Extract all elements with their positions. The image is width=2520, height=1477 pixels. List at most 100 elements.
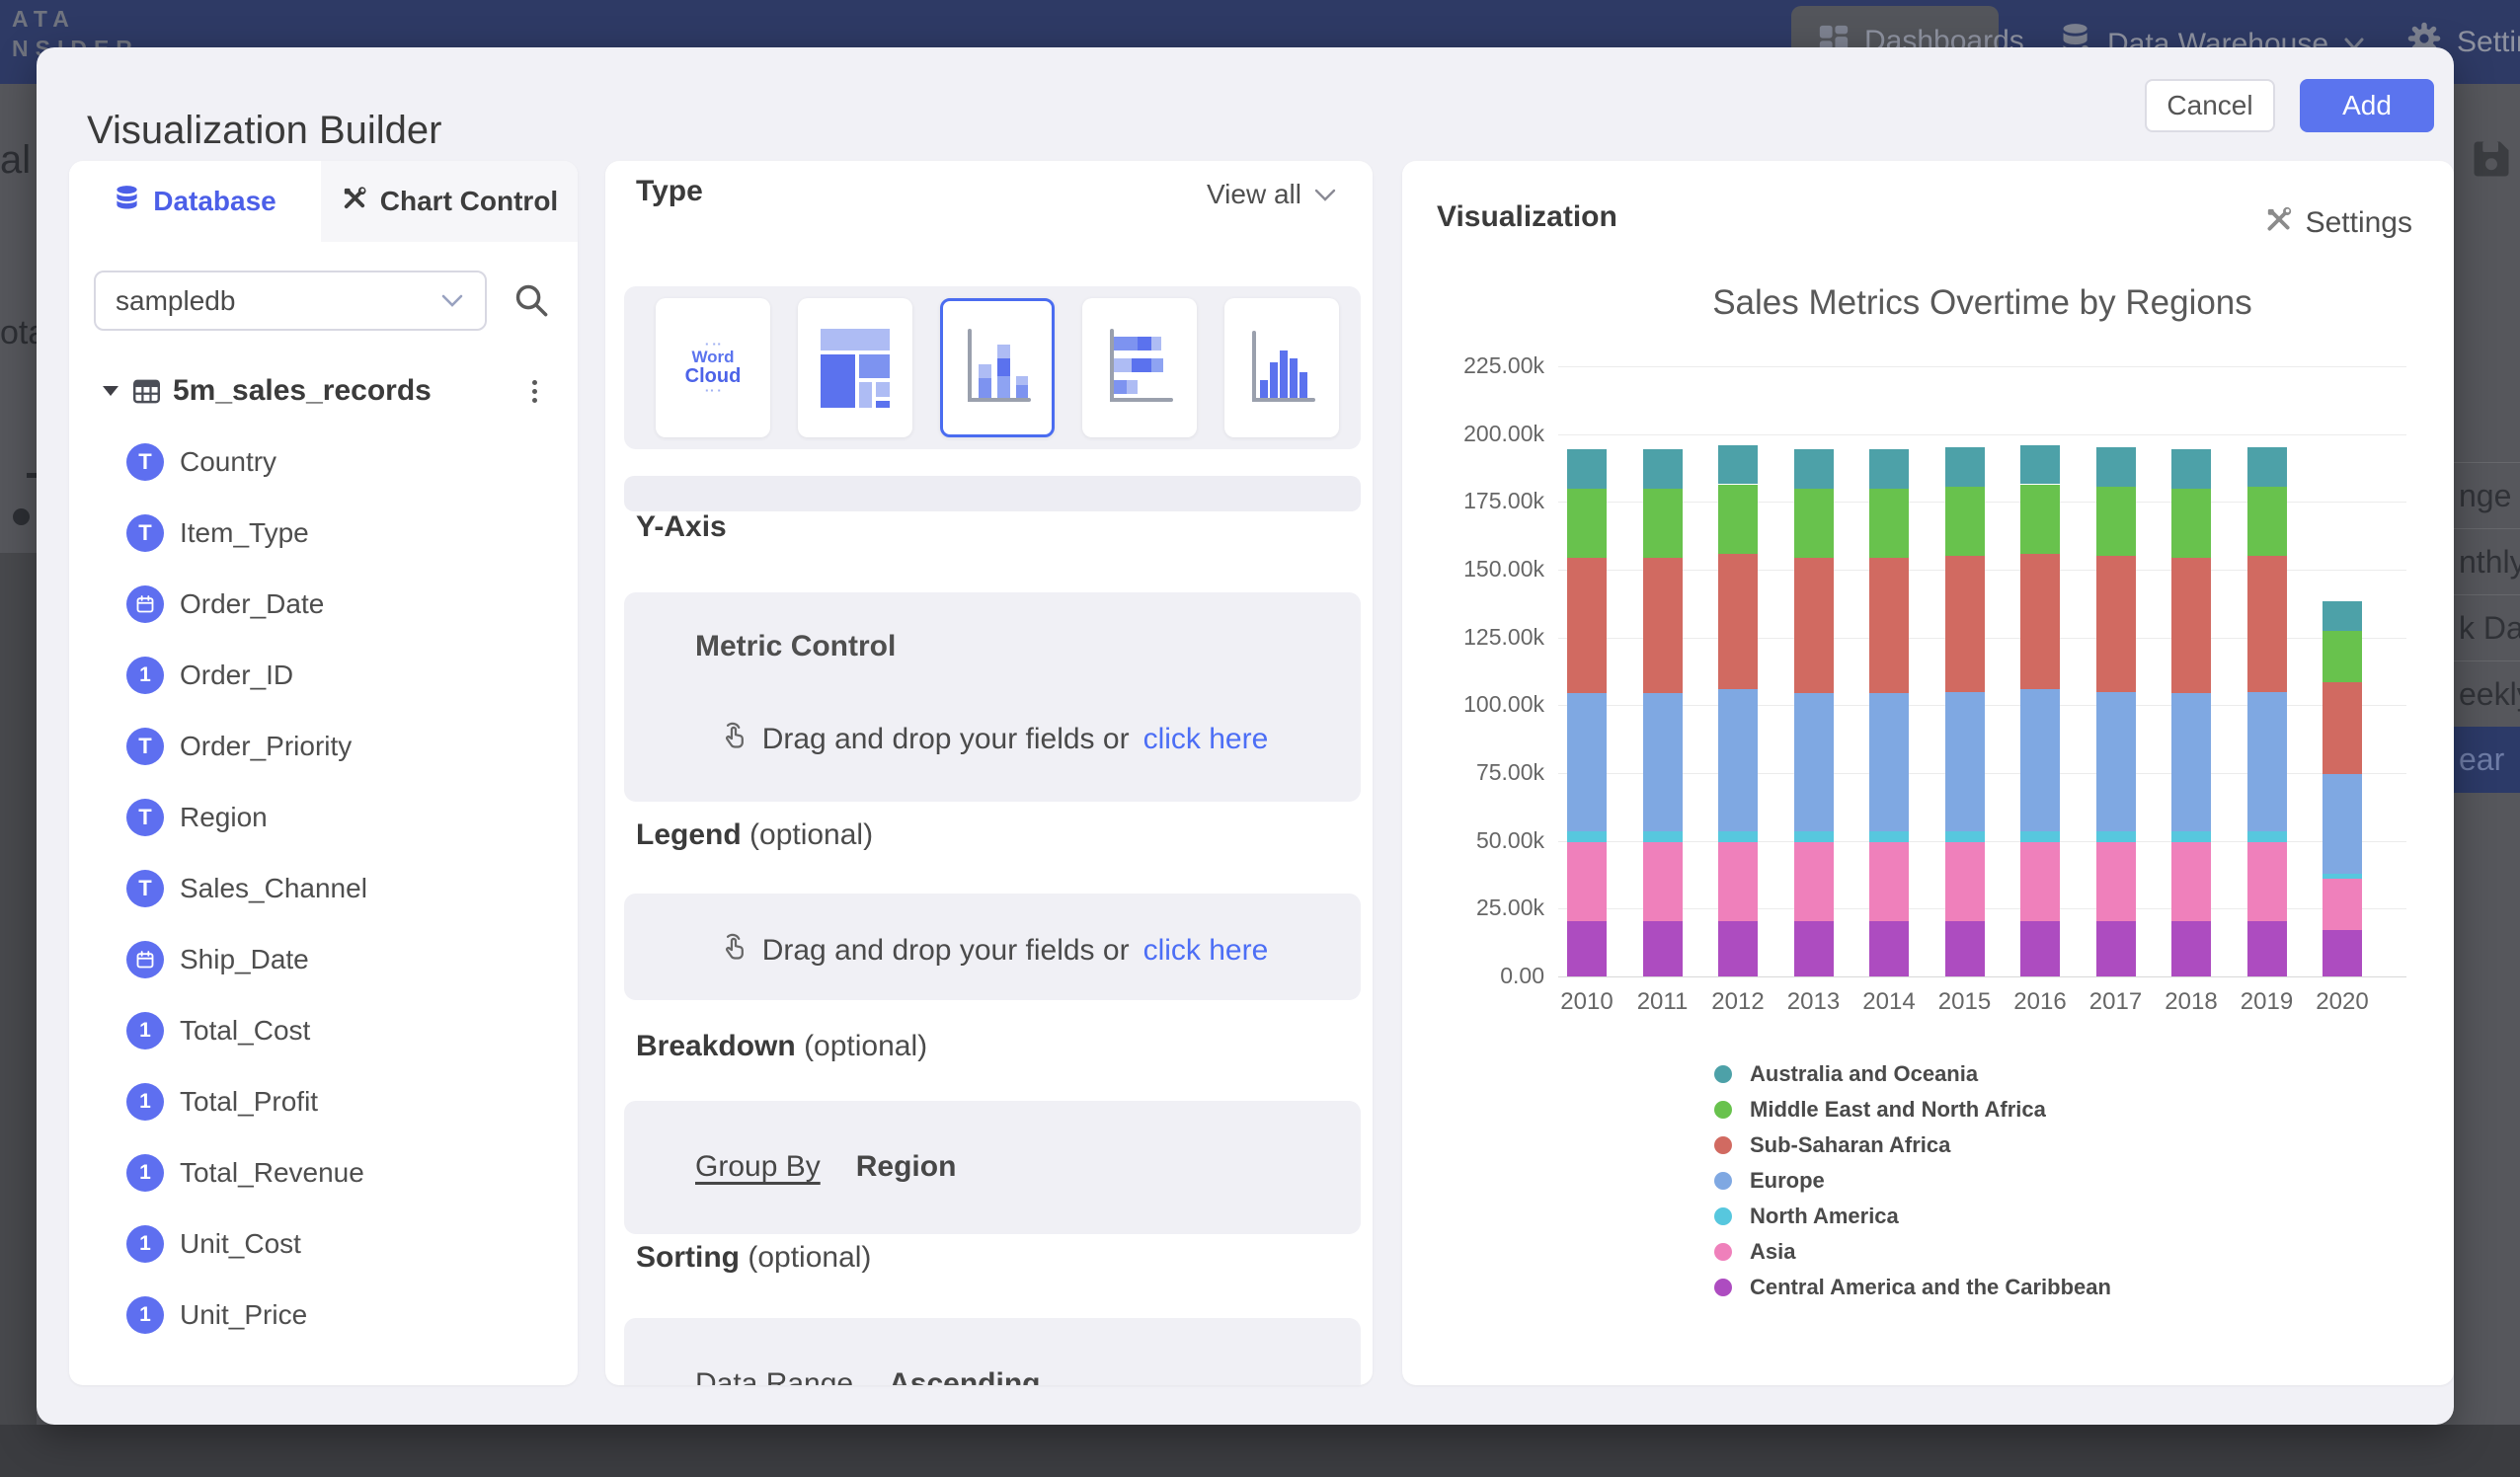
sorting-dropzone[interactable]: Data Range Ascending	[624, 1318, 1361, 1385]
bar-segment	[1945, 921, 1985, 976]
breakdown-dropzone[interactable]: Group By Region	[624, 1101, 1361, 1234]
bar-segment	[1945, 692, 1985, 831]
bar-segment	[2171, 489, 2211, 558]
gridline	[1558, 976, 2406, 977]
stacked-bar-icon	[1104, 325, 1175, 412]
bar-segment	[2323, 774, 2362, 873]
search-icon[interactable]	[512, 281, 550, 324]
legend-item[interactable]: Middle East and North Africa	[1714, 1096, 2046, 1123]
settings-label: Settings	[2306, 206, 2412, 240]
number-field-icon: 1	[126, 657, 164, 694]
cancel-button[interactable]: Cancel	[2145, 79, 2275, 132]
bar-segment	[1869, 558, 1909, 693]
field-item[interactable]: TSales_Channel	[69, 867, 578, 910]
legend-item[interactable]: Australia and Oceania	[1714, 1060, 1978, 1087]
legend-heading: Legend (optional)	[636, 818, 873, 852]
group-by-value[interactable]: Region	[856, 1150, 957, 1184]
text-field-icon: T	[126, 799, 164, 836]
click-here-link[interactable]: click here	[1143, 723, 1269, 756]
field-label: Total_Revenue	[180, 1157, 364, 1189]
bar-segment	[2247, 487, 2287, 556]
field-item[interactable]: TRegion	[69, 796, 578, 839]
legend-dropzone[interactable]: Drag and drop your fields or click here	[624, 894, 1361, 1000]
bar-segment	[2247, 842, 2287, 921]
caret-down-icon[interactable]	[103, 386, 118, 396]
stacked-column-icon	[962, 325, 1033, 412]
field-item[interactable]: Order_Date	[69, 583, 578, 626]
chart-config-panel: Type View all ▪ ▪ ▪ Word Cloud ▪ ▪ ▪	[605, 161, 1373, 1385]
legend-item[interactable]: Central America and the Caribbean	[1714, 1274, 2111, 1300]
tab-chart-control[interactable]: Chart Control	[321, 161, 578, 242]
bar-segment	[1567, 449, 1607, 489]
kebab-menu-icon[interactable]	[519, 374, 549, 408]
bar-segment	[2020, 554, 2060, 689]
y-axis-tick-label: 75.00k	[1416, 759, 1544, 786]
bar-segment	[1718, 485, 1758, 554]
save-icon[interactable]	[2471, 138, 2512, 185]
field-item[interactable]: TItem_Type	[69, 511, 578, 555]
bar-segment	[1567, 558, 1607, 693]
y-axis-tick-label: 50.00k	[1416, 827, 1544, 854]
chart-type-stacked-bar[interactable]	[1082, 298, 1197, 437]
chart-type-stacked-column[interactable]	[940, 298, 1055, 437]
legend-item[interactable]: North America	[1714, 1203, 1899, 1229]
field-item[interactable]: 1Total_Cost	[69, 1009, 578, 1052]
bar-segment	[1945, 842, 1985, 921]
y-axis-tick-label: 25.00k	[1416, 894, 1544, 921]
field-item[interactable]: 1Unit_Cost	[69, 1222, 578, 1266]
field-item[interactable]: 1Order_ID	[69, 654, 578, 697]
bar-segment	[1794, 693, 1834, 831]
chart-type-column[interactable]	[1224, 298, 1339, 437]
legend-dot	[1714, 1101, 1732, 1119]
field-item[interactable]: 1Unit_Price	[69, 1293, 578, 1337]
stacked-bar	[2020, 325, 2060, 976]
group-by-label[interactable]: Group By	[695, 1150, 821, 1184]
type-heading: Type	[636, 175, 703, 208]
horizontal-scrollbar[interactable]	[624, 476, 1361, 511]
legend-item[interactable]: Europe	[1714, 1167, 1825, 1194]
stacked-bar	[1794, 325, 1834, 976]
bar-segment	[2247, 831, 2287, 842]
stacked-bar	[1718, 325, 1758, 976]
field-item[interactable]: TCountry	[69, 440, 578, 484]
sorting-label[interactable]: Data Range	[695, 1367, 853, 1385]
x-axis-tick-label: 2020	[2304, 988, 2381, 1016]
bar-segment	[1869, 831, 1909, 842]
bar-segment	[1643, 693, 1683, 831]
stacked-bar	[1945, 325, 1985, 976]
visualization-builder-modal: Visualization Builder Cancel Add Databas…	[37, 47, 2454, 1425]
field-item[interactable]: 1 Total_Revenue	[69, 1151, 578, 1195]
calendar-icon	[126, 941, 164, 978]
database-icon	[114, 185, 140, 218]
add-button[interactable]: Add	[2300, 79, 2434, 132]
click-here-link[interactable]: click here	[1143, 934, 1269, 968]
bar-segment	[1643, 842, 1683, 921]
text-field-icon: T	[126, 443, 164, 481]
bar-segment	[2020, 921, 2060, 976]
settings-button[interactable]: Settings	[2263, 204, 2412, 242]
field-item[interactable]: Ship_Date	[69, 938, 578, 981]
view-all-dropdown[interactable]: View all	[1207, 179, 1337, 210]
legend-label: Australia and Oceania	[1750, 1061, 1978, 1087]
sorting-value[interactable]: Ascending	[889, 1367, 1040, 1385]
tab-database[interactable]: Database	[69, 161, 321, 242]
bar-segment	[2247, 921, 2287, 976]
table-row-header[interactable]: 5m_sales_records	[69, 370, 578, 412]
bar-segment	[2323, 631, 2362, 682]
word-cloud-text2: Cloud	[685, 366, 742, 387]
field-item[interactable]: TOrder_Priority	[69, 725, 578, 768]
database-select[interactable]: sampledb	[94, 271, 487, 331]
modal-title: Visualization Builder	[87, 109, 441, 153]
chart-type-word-cloud[interactable]: ▪ ▪ ▪ Word Cloud ▪ ▪ ▪	[656, 298, 770, 437]
bar-segment	[2323, 682, 2362, 774]
field-item[interactable]: 1Total_Profit	[69, 1080, 578, 1124]
y-axis-heading: Y-Axis	[636, 510, 727, 544]
metric-control-dropzone[interactable]: Metric Control Drag and drop your fields…	[624, 592, 1361, 802]
stacked-bar	[2323, 325, 2362, 976]
chart-type-treemap[interactable]	[798, 298, 912, 437]
background-page-section	[0, 553, 37, 1425]
legend-item[interactable]: Asia	[1714, 1238, 1795, 1265]
number-field-icon: 1	[126, 1154, 164, 1192]
legend-item[interactable]: Sub-Saharan Africa	[1714, 1131, 1950, 1158]
bar-segment	[2247, 447, 2287, 487]
